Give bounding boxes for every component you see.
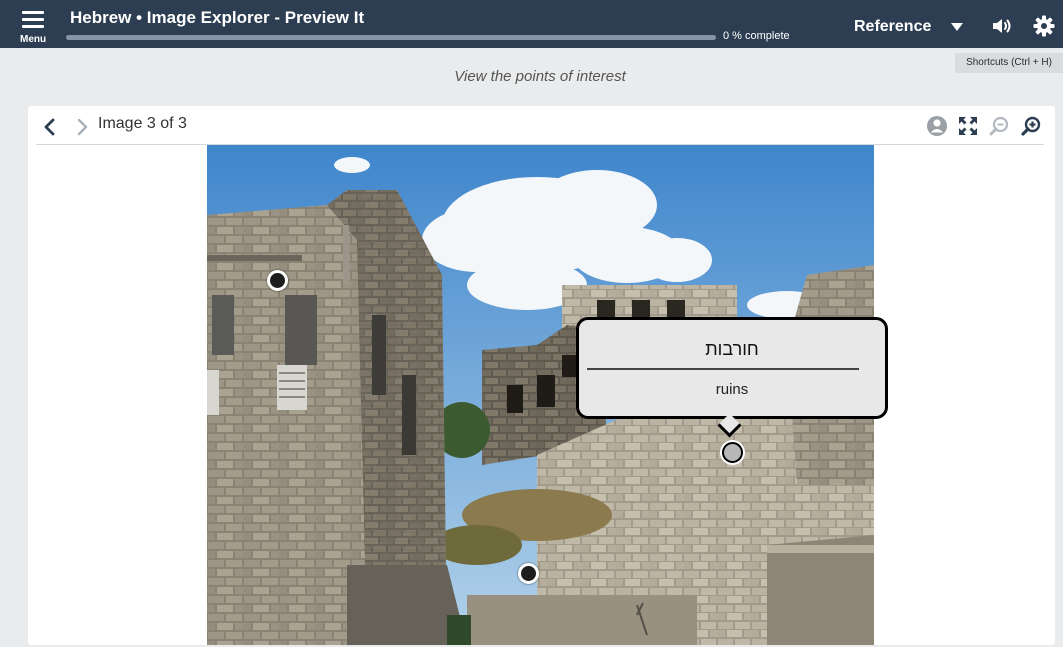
popover-translation: ruins — [715, 381, 749, 398]
hotspot-marker[interactable] — [518, 563, 539, 584]
hotspot-marker[interactable] — [267, 270, 288, 291]
instruction-text: View the points of interest — [454, 68, 626, 85]
audio-button[interactable] — [990, 14, 1014, 38]
menu-icon — [22, 11, 44, 14]
zoom-in-icon — [1021, 116, 1041, 136]
gear-icon — [1033, 15, 1055, 37]
page-title: Hebrew • Image Explorer - Preview It — [70, 8, 365, 27]
chevron-right-icon — [77, 118, 88, 136]
progress-bar — [66, 35, 716, 40]
menu-icon-bar — [22, 25, 44, 28]
menu-label: Menu — [20, 34, 47, 45]
menu-button[interactable]: Menu — [14, 7, 56, 45]
reference-label: Reference — [854, 18, 932, 35]
progress-text: 0 % complete — [723, 30, 790, 42]
person-icon — [927, 116, 947, 136]
reference-dropdown[interactable]: Reference — [854, 16, 964, 38]
popover-divider — [587, 368, 859, 370]
hotspot-popover: חורבות ruins — [576, 317, 888, 438]
zoom-in-button[interactable] — [1020, 115, 1042, 137]
speaker-icon — [993, 19, 1011, 33]
popover-hebrew-word: חורבות — [705, 339, 759, 359]
fullscreen-icon — [959, 117, 977, 135]
person-button[interactable] — [926, 115, 948, 137]
next-image-button[interactable] — [72, 116, 92, 138]
caret-down-icon — [951, 23, 964, 31]
settings-button[interactable] — [1032, 14, 1056, 38]
fullscreen-button[interactable] — [957, 115, 979, 137]
previous-image-button[interactable] — [40, 116, 60, 138]
top-bar: Menu Hebrew • Image Explorer - Preview I… — [0, 0, 1063, 48]
menu-icon-bar — [22, 18, 44, 21]
chevron-left-icon — [44, 118, 55, 136]
zoom-out-icon — [989, 116, 1009, 136]
image-viewer-card: Image 3 of 3 חורבות ruins — [28, 106, 1055, 645]
zoom-out-button[interactable] — [988, 115, 1010, 137]
image-counter: Image 3 of 3 — [98, 115, 187, 132]
hotspot-marker-active[interactable] — [722, 442, 743, 463]
